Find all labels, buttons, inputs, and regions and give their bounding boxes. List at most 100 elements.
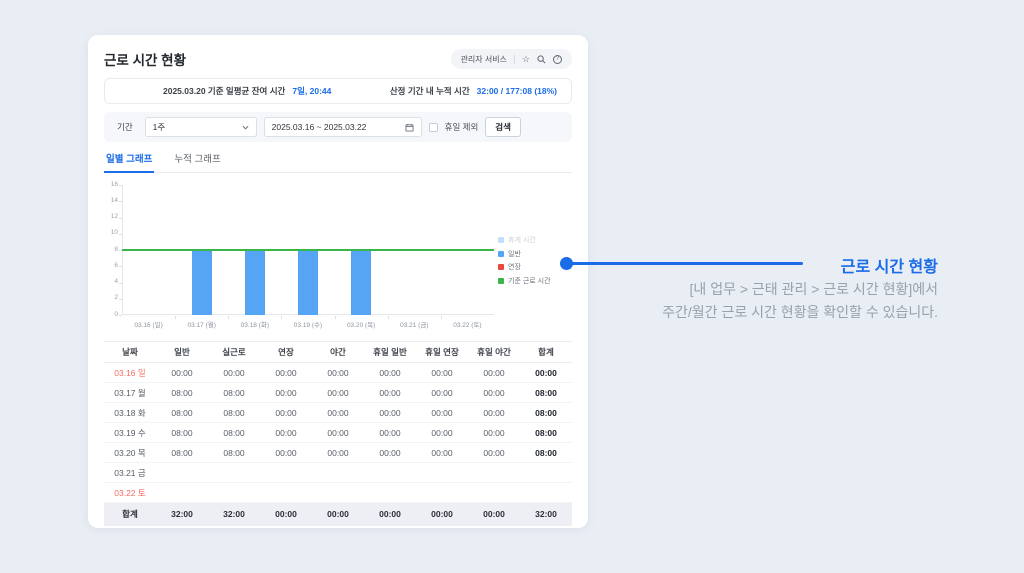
table-row: 03.16 일 00:00 00:00 00:00 00:00 00:00 00:00 00:… xyxy=(104,362,572,383)
footer-value-cell: 00:00 xyxy=(468,502,520,526)
x-axis-tick xyxy=(387,316,389,319)
value-cell: 08:00 xyxy=(208,422,260,443)
chart-bar-series-일반 xyxy=(244,250,265,315)
value-cell xyxy=(416,482,468,503)
chevron-down-icon xyxy=(242,125,249,130)
date-cell: 03.22 토 xyxy=(104,482,156,503)
value-cell: 08:00 xyxy=(156,442,208,463)
column-header: 휴일 일반 xyxy=(364,341,416,363)
footer-value-cell: 00:00 xyxy=(260,502,312,526)
summary-remaining-label: 2025.03.20 기준 일평균 잔여 시간 xyxy=(163,86,286,96)
value-cell xyxy=(312,482,364,503)
filter-bar: 기간 1주 2025.03.16 ~ 2025.03.22 휴일 제외 검색 xyxy=(104,112,572,142)
y-axis-tick xyxy=(119,282,122,284)
x-axis-label: 03.21 (금) xyxy=(400,322,429,329)
date-cell: 03.16 일 xyxy=(104,362,156,383)
x-axis-tick xyxy=(281,316,283,319)
value-cell: 00:00 xyxy=(364,402,416,423)
y-axis-tick-label: 10 xyxy=(110,229,118,237)
value-cell: 00:00 xyxy=(468,382,520,403)
star-icon[interactable]: ☆ xyxy=(522,54,530,64)
value-cell: 00:00 xyxy=(468,422,520,443)
legend-item-2[interactable]: 연장 xyxy=(498,262,551,272)
calendar-icon xyxy=(405,123,414,132)
column-header: 야간 xyxy=(312,341,364,363)
value-cell: 00:00 xyxy=(364,442,416,463)
legend-swatch xyxy=(498,277,504,284)
table-row: 03.17 월 08:00 08:00 00:00 00:00 00:00 00:00 00:… xyxy=(104,382,572,403)
value-cell: 00:00 xyxy=(364,362,416,383)
search-button[interactable]: 검색 xyxy=(485,117,521,137)
footer-value-cell: 00:00 xyxy=(312,502,364,526)
column-header: 휴일 야간 xyxy=(468,341,520,363)
x-axis-label: 03.19 (수) xyxy=(293,322,323,329)
column-header: 휴일 연장 xyxy=(416,341,468,363)
search-icon[interactable] xyxy=(537,54,546,64)
value-cell xyxy=(364,462,416,483)
toolbar-divider xyxy=(513,54,515,64)
value-cell: 00:00 xyxy=(468,442,520,463)
value-cell: 00:00 xyxy=(416,362,468,383)
period-select[interactable]: 1주 xyxy=(144,117,257,137)
value-cell: 00:00 xyxy=(416,402,468,423)
total-cell: 08:00 xyxy=(520,422,572,443)
column-header: 일반 xyxy=(156,341,208,363)
y-axis-tick xyxy=(119,185,122,186)
callout-description-line2: 주간/월간 근로 시간 현황을 확인할 수 있습니다. xyxy=(662,304,938,320)
value-cell: 00:00 xyxy=(312,382,364,403)
value-cell: 08:00 xyxy=(156,422,208,443)
total-cell: 00:00 xyxy=(520,362,572,383)
tab-cumulative-graph[interactable]: 누적 그래프 xyxy=(172,151,222,172)
y-axis-tick xyxy=(119,201,122,203)
admin-service-button[interactable]: 관리자 서비스 xyxy=(461,54,507,65)
value-cell xyxy=(260,462,312,483)
y-axis-tick xyxy=(119,217,122,219)
y-axis-tick-label: 6 xyxy=(114,261,118,269)
value-cell xyxy=(208,462,260,483)
date-range-input[interactable]: 2025.03.16 ~ 2025.03.22 xyxy=(263,117,422,137)
value-cell: 08:00 xyxy=(208,442,260,463)
summary-bar: 2025.03.20 기준 일평균 잔여 시간 7일, 20:44 산정 기간 … xyxy=(104,78,572,104)
legend-item-1[interactable]: 일반 xyxy=(498,249,551,259)
y-axis-tick xyxy=(119,315,122,316)
value-cell: 00:00 xyxy=(416,382,468,403)
date-cell: 03.21 금 xyxy=(104,462,156,483)
value-cell: 00:00 xyxy=(260,422,312,443)
summary-accumulated-value: 32:00 / 177:08 (18%) xyxy=(476,86,557,96)
legend-item-3[interactable]: 기준 근로 시간 xyxy=(498,276,551,286)
value-cell: 08:00 xyxy=(156,382,208,403)
total-cell: 08:00 xyxy=(520,402,572,423)
value-cell: 00:00 xyxy=(312,422,364,443)
callout-description-line1: [내 업무 > 근태 관리 > 근로 시간 현황]에서 xyxy=(689,281,938,297)
period-label: 기간 xyxy=(117,122,133,132)
date-cell: 03.17 월 xyxy=(104,382,156,403)
total-cell xyxy=(520,462,572,483)
value-cell: 00:00 xyxy=(208,362,260,383)
date-cell: 03.18 화 xyxy=(104,402,156,423)
footer-value-cell: 00:00 xyxy=(364,502,416,526)
holiday-exclude-checkbox[interactable] xyxy=(428,122,438,132)
x-axis-label: 03.17 (월) xyxy=(187,322,216,329)
y-axis-tick-label: 12 xyxy=(110,213,118,220)
footer-value-cell: 32:00 xyxy=(156,502,208,526)
value-cell xyxy=(156,462,208,483)
y-axis-tick-label: 14 xyxy=(110,196,118,204)
total-cell: 08:00 xyxy=(520,442,572,463)
value-cell: 00:00 xyxy=(260,402,312,423)
worktime-status-card: 근로 시간 현황 관리자 서비스 ☆ ? 2025.03.20 기준 일평균 잔… xyxy=(88,35,588,528)
callout-line xyxy=(566,262,803,265)
chart-bar-series-일반 xyxy=(191,250,212,315)
table-row: 03.19 수 08:00 08:00 00:00 00:00 00:00 00:00 00:… xyxy=(104,422,572,443)
graph-tabs: 일별 그래프 누적 그래프 xyxy=(104,151,572,173)
value-cell xyxy=(468,462,520,483)
reference-line xyxy=(122,249,494,251)
summary-accumulated: 산정 기간 내 누적 시간 32:00 / 177:08 (18%) xyxy=(390,85,557,97)
tab-daily-graph[interactable]: 일별 그래프 xyxy=(104,151,155,173)
legend-item-0[interactable]: 휴게 시간 xyxy=(498,235,551,245)
date-cell: 03.20 목 xyxy=(104,442,156,463)
value-cell: 08:00 xyxy=(156,402,208,423)
help-icon[interactable]: ? xyxy=(553,54,562,64)
worktime-table: 날짜 일반 실근로 연장 야간 휴일 일반 휴일 연장 휴일 야간 합계 03.16 일 00:0… xyxy=(104,341,572,526)
page-title: 근로 시간 현황 xyxy=(104,53,187,68)
table-footer-row: 합계 32:00 32:00 00:00 00:00 00:00 00:00 00:00 32:… xyxy=(104,502,572,526)
